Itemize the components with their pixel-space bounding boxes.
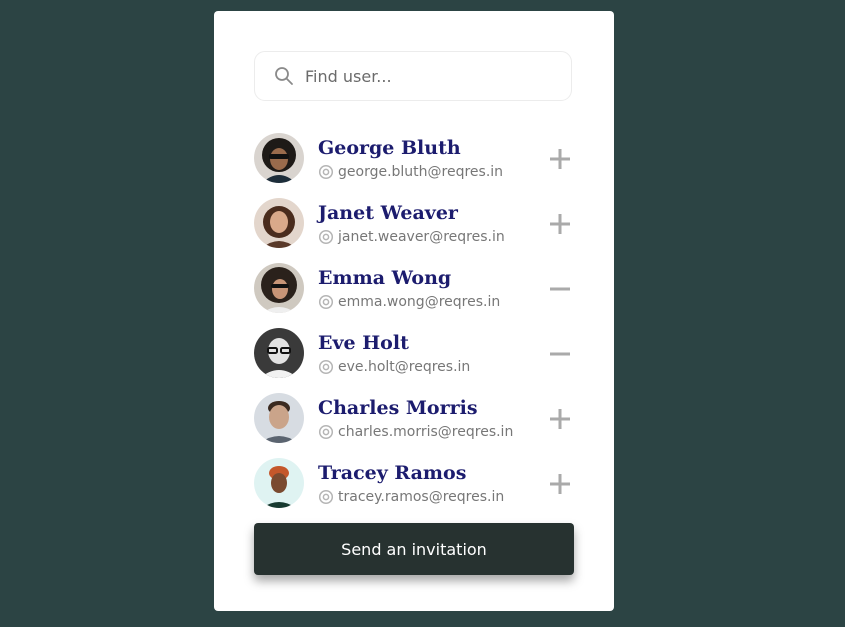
user-email: tracey.ramos@reqres.in [318, 489, 504, 505]
remove-user-button[interactable] [546, 275, 574, 303]
at-icon [318, 359, 334, 375]
user-email-text: eve.holt@reqres.in [338, 359, 471, 375]
avatar [254, 393, 304, 443]
minus-icon [550, 287, 570, 291]
user-list: George Bluth george.bluth@reqres.in Jane… [254, 133, 574, 523]
at-icon [318, 164, 334, 180]
user-email-text: tracey.ramos@reqres.in [338, 489, 505, 505]
invite-card: George Bluth george.bluth@reqres.in [214, 11, 614, 611]
user-email-text: charles.morris@reqres.in [338, 424, 514, 440]
at-icon [318, 294, 334, 310]
plus-icon [550, 214, 570, 234]
avatar [254, 263, 304, 313]
user-name: Tracey Ramos [318, 462, 467, 484]
avatar [254, 198, 304, 248]
user-email: george.bluth@reqres.in [318, 164, 503, 180]
user-name: Emma Wong [318, 267, 452, 289]
list-item: Emma Wong emma.wong@reqres.in [254, 263, 574, 328]
avatar [254, 133, 304, 183]
list-item: Tracey Ramos tracey.ramos@reqres.in [254, 458, 574, 523]
user-email-text: janet.weaver@reqres.in [338, 229, 505, 245]
search-box[interactable] [254, 51, 572, 101]
send-invitation-button[interactable]: Send an invitation [254, 523, 574, 575]
user-name: George Bluth [318, 137, 461, 159]
user-name: Eve Holt [318, 332, 409, 354]
user-name: Janet Weaver [318, 202, 458, 224]
add-user-button[interactable] [546, 145, 574, 173]
plus-icon [550, 409, 570, 429]
remove-user-button[interactable] [546, 340, 574, 368]
add-user-button[interactable] [546, 210, 574, 238]
plus-icon [550, 474, 570, 494]
at-icon [318, 489, 334, 505]
avatar [254, 458, 304, 508]
list-item: Eve Holt eve.holt@reqres.in [254, 328, 574, 393]
user-email: charles.morris@reqres.in [318, 424, 513, 440]
user-email-text: george.bluth@reqres.in [338, 164, 504, 180]
at-icon [318, 424, 334, 440]
minus-icon [550, 352, 570, 356]
list-item: George Bluth george.bluth@reqres.in [254, 133, 574, 198]
plus-icon [550, 149, 570, 169]
add-user-button[interactable] [546, 405, 574, 433]
user-email: janet.weaver@reqres.in [318, 229, 505, 245]
user-name: Charles Morris [318, 397, 478, 419]
user-email: emma.wong@reqres.in [318, 294, 500, 310]
search-input[interactable] [305, 66, 545, 86]
at-icon [318, 229, 334, 245]
search-icon [274, 66, 294, 86]
user-email: eve.holt@reqres.in [318, 359, 470, 375]
user-email-text: emma.wong@reqres.in [338, 294, 501, 310]
add-user-button[interactable] [546, 470, 574, 498]
list-item: Charles Morris charles.morris@reqres.in [254, 393, 574, 458]
avatar [254, 328, 304, 378]
list-item: Janet Weaver janet.weaver@reqres.in [254, 198, 574, 263]
